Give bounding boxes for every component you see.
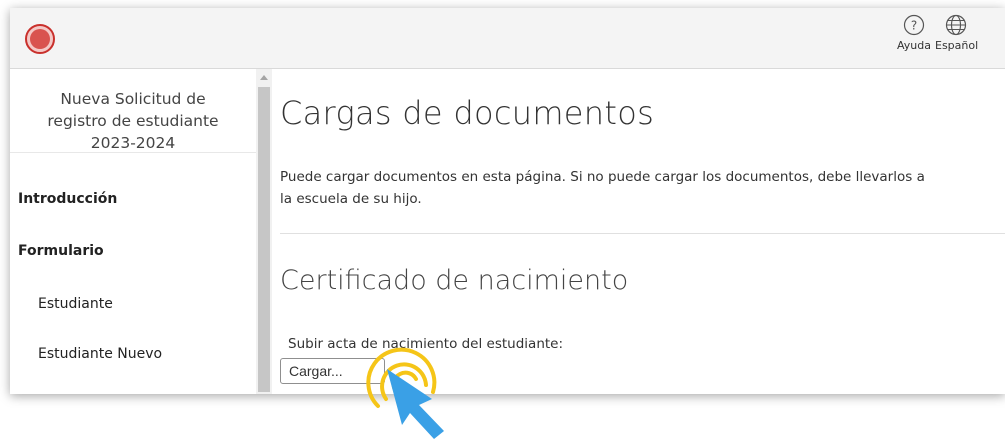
main-content: Cargas de documentos Puede cargar docume…	[280, 69, 1005, 394]
question-circle-icon: ?	[903, 14, 925, 36]
application-title-line: 2023-2024	[90, 134, 176, 152]
application-title: Nueva Solicitud de registro de estudiant…	[10, 69, 256, 153]
sidebar: Nueva Solicitud de registro de estudiant…	[10, 69, 257, 394]
help-button[interactable]: ? Ayuda	[897, 14, 931, 52]
section-divider	[280, 233, 1005, 234]
scroll-up-icon[interactable]	[260, 75, 268, 80]
sidebar-item-formulario[interactable]: Formulario	[18, 243, 104, 259]
globe-icon	[945, 14, 967, 36]
upload-button[interactable]: Cargar...	[280, 358, 385, 384]
scroll-thumb[interactable]	[258, 87, 270, 392]
help-label: Ayuda	[897, 39, 931, 52]
sidebar-item-estudiante-nuevo[interactable]: Estudiante Nuevo	[38, 346, 162, 362]
language-label: Español	[935, 39, 979, 52]
upload-label: Subir acta de nacimiento del estudiante:	[288, 336, 564, 352]
top-bar: ? Ayuda Español	[10, 8, 1005, 69]
language-button[interactable]: Español	[935, 14, 1005, 52]
section-title: Certificado de nacimiento	[280, 265, 629, 296]
school-logo[interactable]	[25, 24, 55, 54]
application-title-line: registro de estudiante	[47, 112, 219, 130]
sidebar-scrollbar[interactable]	[256, 69, 272, 394]
page-title: Cargas de documentos	[280, 94, 655, 132]
application-title-line: Nueva Solicitud de	[60, 90, 206, 108]
logo-mark	[30, 29, 50, 49]
svg-text:?: ?	[911, 19, 917, 33]
sidebar-item-introduccion[interactable]: Introducción	[18, 191, 117, 207]
page-description-line: Puede cargar documentos en esta página. …	[280, 169, 925, 185]
app-window: ? Ayuda Español Nueva Solicitud de regis…	[10, 8, 1005, 394]
page-description-line: la escuela de su hijo.	[280, 191, 422, 207]
sidebar-item-estudiante[interactable]: Estudiante	[38, 296, 113, 312]
page-description: Puede cargar documentos en esta página. …	[280, 166, 1005, 210]
